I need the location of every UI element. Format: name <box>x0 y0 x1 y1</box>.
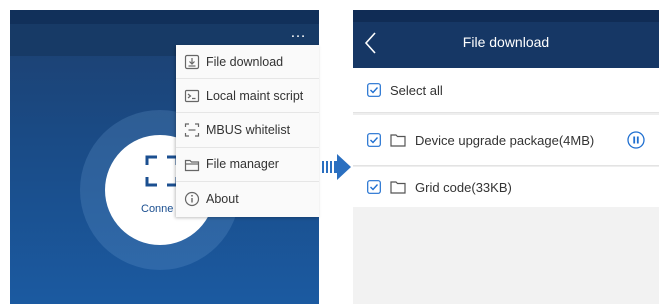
item-label: Device upgrade package(4MB) <box>415 132 595 148</box>
popup-menu: File download Local maint script MBUS wh… <box>176 45 319 217</box>
select-all-label: Select all <box>390 82 443 98</box>
folder-icon <box>390 181 406 194</box>
terminal-icon <box>184 90 200 103</box>
item-checkbox[interactable] <box>367 180 381 194</box>
menu-item-local-maint-script[interactable]: Local maint script <box>176 79 319 114</box>
menu-item-file-manager[interactable]: File manager <box>176 148 319 182</box>
scan-icon <box>145 155 179 187</box>
list-frame-icon <box>184 123 200 137</box>
folder-icon <box>390 134 406 147</box>
list-item[interactable]: Device upgrade package(4MB) <box>353 115 659 166</box>
item-label: Grid code(33KB) <box>415 179 512 195</box>
empty-area <box>353 207 659 304</box>
menu-label: Local maint script <box>206 88 304 103</box>
folder-icon <box>184 159 200 171</box>
transition-arrow-icon <box>322 154 351 180</box>
page-title: File download <box>462 34 550 50</box>
select-all-row[interactable]: Select all <box>353 68 659 113</box>
info-icon <box>184 191 200 206</box>
menu-label: File download <box>206 54 284 69</box>
more-options-button[interactable]: … <box>290 25 307 41</box>
menu-item-about[interactable]: About <box>176 182 319 216</box>
menu-item-file-download[interactable]: File download <box>176 45 319 80</box>
header-bar: File download <box>353 10 659 68</box>
right-phone-screen: File download Select all Device upgrade … <box>353 10 659 304</box>
menu-item-mbus-whitelist[interactable]: MBUS whitelist <box>176 113 319 148</box>
menu-label: File manager <box>206 157 279 172</box>
menu-label: About <box>206 191 239 206</box>
pause-icon[interactable] <box>627 131 645 149</box>
list-item[interactable]: Grid code(33KB) <box>353 167 659 207</box>
select-all-checkbox[interactable] <box>367 83 381 97</box>
item-checkbox[interactable] <box>367 133 381 147</box>
menu-label: MBUS whitelist <box>206 122 291 137</box>
connect-label: Conne <box>141 203 174 215</box>
download-icon <box>184 54 200 70</box>
